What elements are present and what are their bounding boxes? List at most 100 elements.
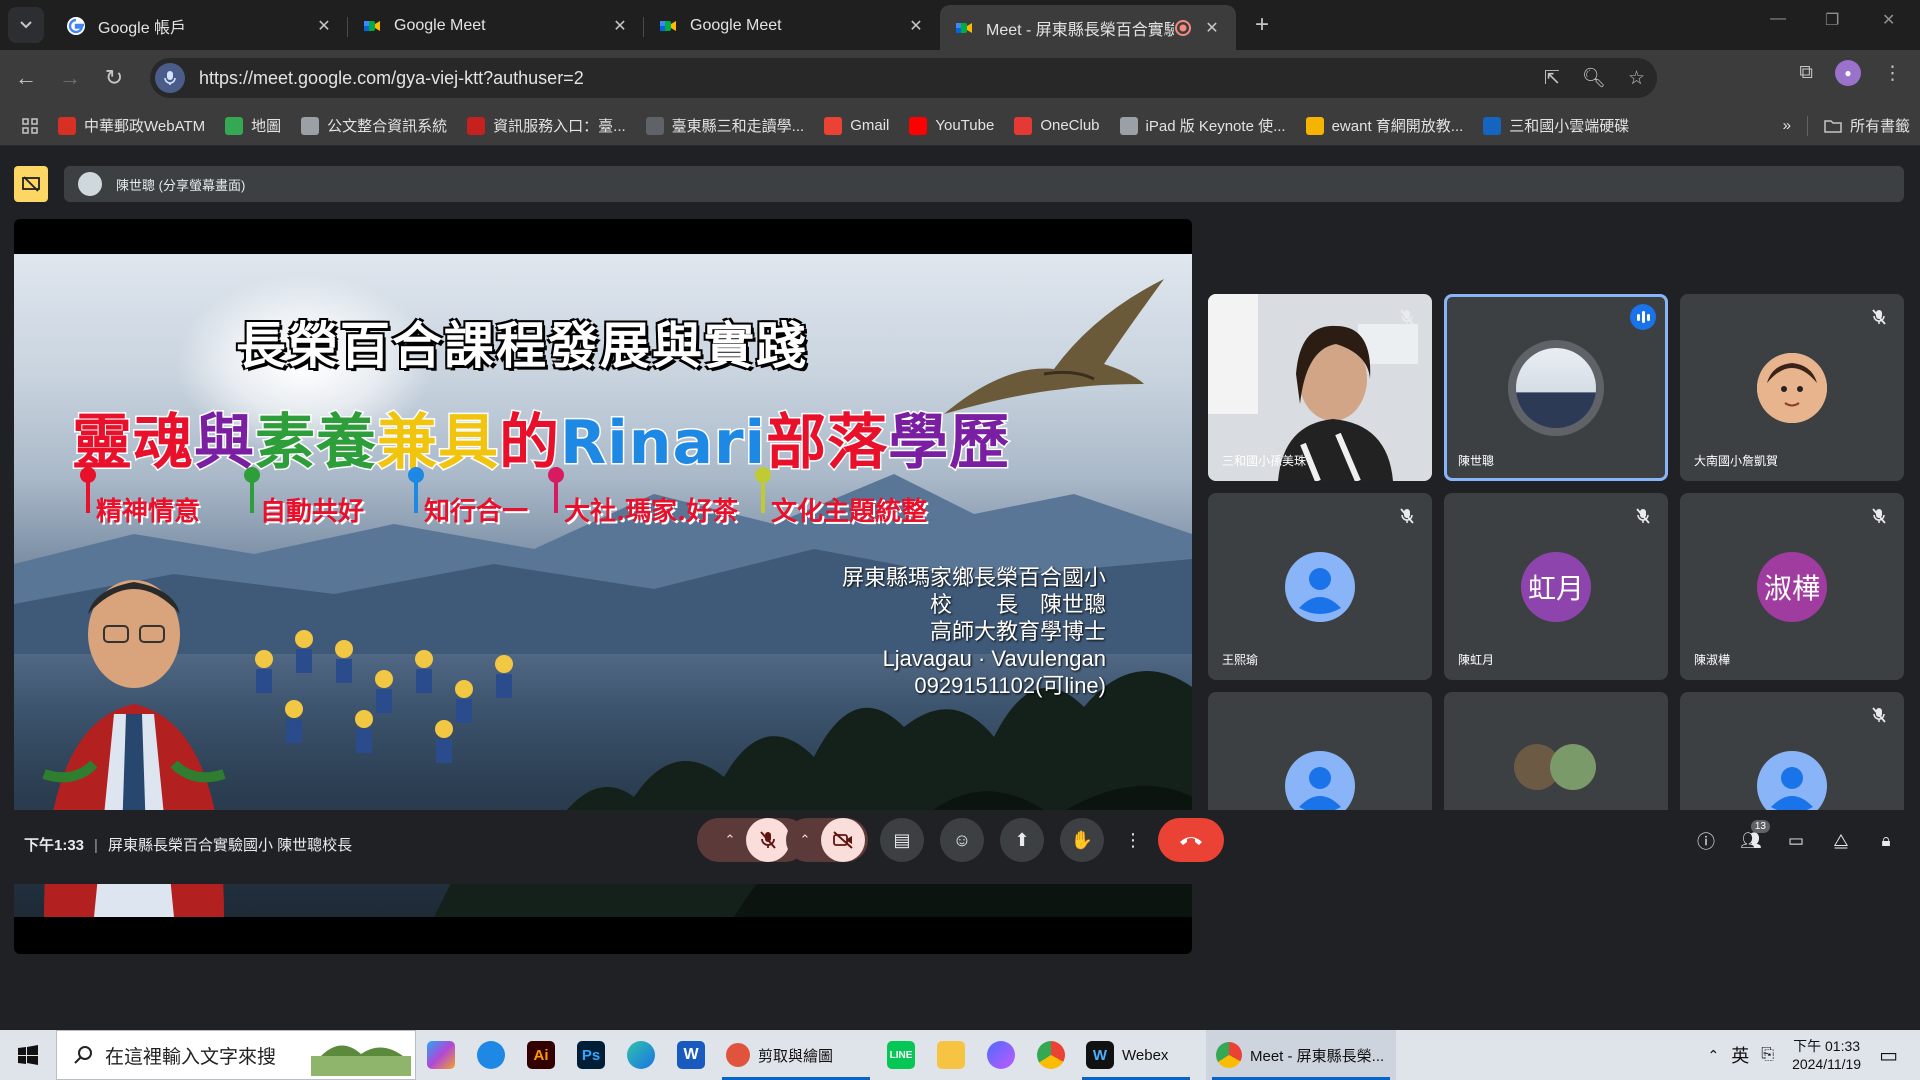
file-explorer-taskbar-icon[interactable] — [926, 1030, 976, 1080]
participant-tile[interactable]: 大南國小詹凱賀 — [1680, 294, 1904, 481]
bookmark-item[interactable]: 三和國小雲端硬碟 — [1483, 115, 1629, 136]
internet-explorer-taskbar-icon[interactable] — [466, 1030, 516, 1080]
bookmark-item[interactable]: 地圖 — [225, 115, 281, 136]
browser-tab-meet-active[interactable]: Meet - 屏東縣長榮百合實驗 ✕ — [940, 5, 1236, 50]
camera-off-icon — [833, 831, 853, 849]
close-icon[interactable]: ✕ — [906, 16, 926, 36]
all-bookmarks-button[interactable]: 所有書籤 — [1824, 115, 1910, 136]
copilot-app-taskbar-icon[interactable] — [976, 1030, 1026, 1080]
activities-button[interactable]: ⧋ — [1828, 828, 1854, 854]
snipping-tool-taskbar-app[interactable]: 剪取與繪圖 — [716, 1030, 876, 1080]
hang-up-icon — [1180, 837, 1202, 845]
close-icon[interactable]: ✕ — [314, 16, 334, 36]
bookmark-item[interactable]: ewant 育網開放教... — [1305, 115, 1463, 136]
presentation-indicator-icon[interactable] — [14, 166, 48, 202]
taskbar-search-box[interactable]: 在這裡輸入文字來搜 — [56, 1030, 416, 1080]
ewant-icon — [1305, 116, 1324, 135]
line-taskbar-icon[interactable]: LINE — [876, 1030, 926, 1080]
camera-control[interactable]: ⌃ — [786, 818, 868, 862]
reload-icon: ↻ — [104, 65, 124, 90]
bookmarks-overflow-icon[interactable]: » — [1783, 117, 1791, 134]
profile-avatar[interactable]: ● — [1835, 60, 1861, 86]
close-window-button[interactable]: ✕ — [1882, 10, 1895, 30]
gmail-icon — [824, 116, 843, 135]
bookmark-item[interactable]: 資訊服務入口：臺... — [467, 115, 626, 136]
participant-tile[interactable]: 虹月 陳虹月 — [1444, 493, 1668, 680]
copilot-taskbar-icon[interactable] — [416, 1030, 466, 1080]
people-button[interactable]: 👥︎ 13 — [1738, 820, 1770, 854]
participant-name: 三和國小孫美珠 — [1222, 454, 1307, 468]
keyword-stem — [414, 481, 418, 513]
search-placeholder: 在這裡輸入文字來搜 — [105, 1046, 277, 1068]
participant-tile[interactable]: 陳世聰 — [1444, 294, 1668, 481]
word-taskbar-icon[interactable]: W — [666, 1030, 716, 1080]
minimize-button[interactable]: — — [1770, 10, 1786, 28]
participant-name: 陳淑樺 — [1694, 653, 1731, 667]
show-hidden-icons-chevron-icon[interactable]: ⌃ — [1708, 1047, 1720, 1064]
meeting-info-button[interactable]: ⓘ — [1693, 828, 1719, 854]
illustrator-taskbar-icon[interactable]: Ai — [516, 1030, 566, 1080]
bookmark-label: iPad 版 Keynote 使... — [1145, 118, 1286, 135]
extensions-icon[interactable]: ⧉ — [1799, 62, 1813, 84]
leave-call-button[interactable] — [1158, 818, 1224, 862]
site-permission-mic-icon[interactable] — [155, 63, 185, 93]
browser-tab-google-account[interactable]: Google 帳戶 ✕ — [52, 5, 348, 47]
reload-button[interactable]: ↻ — [96, 60, 132, 96]
raise-hand-button[interactable]: ✋ — [1060, 818, 1104, 862]
ime-indicator[interactable]: 英 — [1731, 1042, 1749, 1068]
menu-kebab-icon[interactable]: ⋮ — [1883, 62, 1902, 85]
open-in-app-icon[interactable]: ⇱ — [1544, 67, 1560, 90]
clock-time: 下午 01:33 — [1793, 1038, 1861, 1054]
photoshop-taskbar-icon[interactable]: Ps — [566, 1030, 616, 1080]
bookmark-item[interactable]: 中華郵政WebATM — [58, 115, 205, 136]
browser-tab-meet-2[interactable]: Google Meet ✕ — [644, 5, 940, 47]
bookmark-item[interactable]: OneClub — [1014, 116, 1100, 135]
participant-tile[interactable]: 淑樺 陳淑樺 — [1680, 493, 1904, 680]
webex-taskbar-app[interactable]: W Webex — [1076, 1030, 1196, 1080]
bookmark-label: 三和國小雲端硬碟 — [1509, 118, 1630, 135]
close-icon[interactable]: ✕ — [610, 16, 630, 36]
chat-button[interactable]: ▭ — [1783, 828, 1809, 854]
address-bar[interactable]: https://meet.google.com/gya-viej-ktt?aut… — [150, 58, 1657, 98]
chrome-meet-taskbar-app[interactable]: Meet - 屏東縣長榮... — [1206, 1030, 1396, 1080]
zoom-icon[interactable]: 🔍︎ — [1582, 66, 1606, 90]
mic-off-icon — [1396, 505, 1418, 527]
chevron-up-icon[interactable]: ⌃ — [789, 818, 821, 862]
folder-icon — [1824, 119, 1842, 133]
browser-tab-meet-1[interactable]: Google Meet ✕ — [348, 5, 644, 47]
new-tab-button[interactable]: + — [1244, 7, 1280, 43]
edge-taskbar-icon[interactable] — [616, 1030, 666, 1080]
ime-mode-icon[interactable]: ⎘ — [1761, 1046, 1774, 1064]
children-illustration — [255, 630, 513, 763]
bookmark-label: 資訊服務入口：臺... — [493, 118, 626, 135]
bookmark-item[interactable]: 公文整合資訊系統 — [301, 115, 447, 136]
bookmark-star-icon[interactable]: ☆ — [1628, 67, 1645, 90]
notification-center-icon[interactable]: ▭ — [1879, 1043, 1898, 1068]
start-button[interactable] — [0, 1030, 56, 1080]
camera-off-button[interactable] — [821, 818, 865, 862]
reactions-button[interactable]: ☺ — [940, 818, 984, 862]
bookmark-label: YouTube — [935, 117, 995, 134]
presenter-avatar — [78, 172, 102, 196]
participant-tile[interactable]: 王熙瑜 — [1208, 493, 1432, 680]
tab-search-button[interactable] — [8, 7, 44, 43]
chrome-taskbar-icon[interactable] — [1026, 1030, 1076, 1080]
captions-button[interactable]: ▤ — [880, 818, 924, 862]
present-now-button[interactable]: ⬆ — [1000, 818, 1044, 862]
back-button[interactable]: ← — [8, 60, 44, 96]
host-controls-button[interactable]: 🔒︎ — [1873, 828, 1899, 854]
bookmark-item[interactable]: 臺東縣三和走讀學... — [645, 115, 805, 136]
bookmark-item[interactable]: Gmail — [824, 116, 889, 135]
more-options-button[interactable]: ⋮ — [1120, 818, 1146, 862]
mic-off-button[interactable] — [746, 818, 790, 862]
taskbar-clock[interactable]: 下午 01:33 2024/11/19 — [1792, 1037, 1861, 1073]
restore-button[interactable]: ❐ — [1825, 10, 1839, 30]
forward-button[interactable]: → — [52, 60, 88, 96]
close-icon[interactable]: ✕ — [1202, 18, 1222, 38]
chevron-up-icon[interactable]: ⌃ — [714, 818, 746, 862]
bookmark-item[interactable]: iPad 版 Keynote 使... — [1119, 115, 1286, 136]
bookmark-item[interactable]: YouTube — [909, 116, 995, 135]
bookmark-label: 臺東縣三和走讀學... — [671, 118, 805, 135]
apps-grid-icon[interactable] — [22, 117, 38, 134]
participant-tile[interactable]: 三和國小孫美珠 — [1208, 294, 1432, 481]
